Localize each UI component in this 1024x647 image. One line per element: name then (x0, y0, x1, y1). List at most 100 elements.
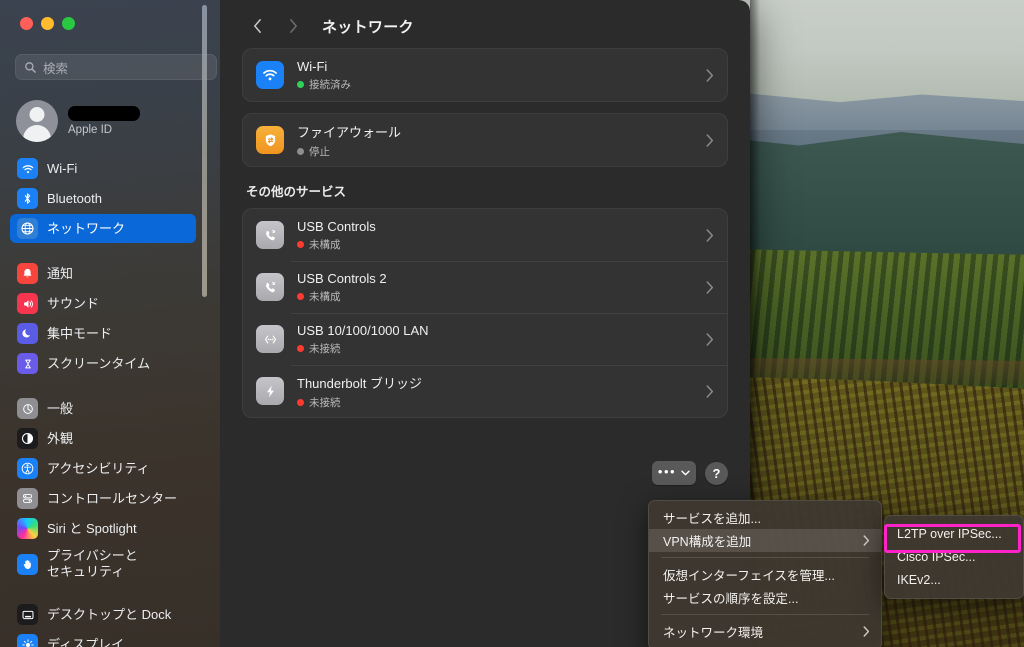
search-icon (25, 61, 36, 73)
status-dot (297, 344, 304, 352)
status-text: 停止 (309, 145, 330, 158)
appearance-icon (17, 428, 38, 449)
sidebar-item-displays[interactable]: ディスプレイ (10, 630, 196, 647)
desktop-screen: 検索 Apple ID Wi-Fi Bluetooth ネットワーク 通知 サウ… (0, 0, 1024, 647)
chevron-right-icon (706, 68, 714, 82)
submenu-item-ikev2[interactable]: IKEv2... (885, 568, 1023, 591)
sidebar-item-appearance[interactable]: 外観 (10, 424, 196, 453)
sidebar-group-desktop: デスクトップと Dock ディスプレイ (10, 600, 196, 647)
submenu-item-l2tp-over-ipsec[interactable]: L2TP over IPSec... (885, 522, 1023, 545)
status-dot (297, 292, 304, 300)
sidebar-group-notifications: 通知 サウンド 集中モード スクリーンタイム (10, 259, 196, 378)
menu-item-add-vpn-configuration[interactable]: VPN構成を追加 (649, 529, 881, 552)
forward-chevron-icon (289, 19, 297, 33)
thunderbolt-icon (256, 377, 284, 405)
service-row-usb-controls[interactable]: USB Controls 未構成 (243, 209, 727, 261)
search-input[interactable]: 検索 (15, 54, 217, 80)
sidebar-item-accessibility[interactable]: アクセシビリティ (10, 454, 196, 483)
service-row-firewall[interactable]: ファイアウォール 停止 (243, 114, 727, 166)
hourglass-icon (17, 353, 38, 374)
chevron-right-icon (706, 280, 714, 294)
service-name: USB Controls 2 (297, 270, 387, 286)
service-status: 接続済み (297, 77, 693, 92)
firewall-card[interactable]: ファイアウォール 停止 (242, 113, 728, 167)
sidebar-item-desktop-dock[interactable]: デスクトップと Dock (10, 600, 196, 629)
accessibility-icon (17, 458, 38, 479)
wifi-icon (17, 158, 38, 179)
speaker-icon (17, 293, 38, 314)
sidebar-item-bluetooth[interactable]: Bluetooth (10, 184, 196, 213)
sidebar-item-control-center[interactable]: コントロールセンター (10, 484, 196, 513)
sidebar-item-label: デスクトップと Dock (47, 606, 172, 622)
status-dot (297, 147, 304, 155)
service-status: 停止 (297, 144, 693, 159)
back-button[interactable] (242, 11, 272, 41)
system-settings-window: 検索 Apple ID Wi-Fi Bluetooth ネットワーク 通知 サウ… (0, 0, 750, 647)
sidebar-item-privacy-security[interactable]: プライバシーと セキュリティ (10, 544, 196, 584)
apple-id-label: Apple ID (68, 124, 113, 136)
desktop-dock-icon (17, 604, 38, 625)
menu-separator (661, 614, 869, 615)
service-row-wifi[interactable]: Wi-Fi 接続済み (243, 49, 727, 101)
window-traffic-lights (20, 17, 75, 30)
close-button[interactable] (20, 17, 33, 30)
more-options-button[interactable]: ••• (652, 461, 696, 485)
menu-item-set-service-order[interactable]: サービスの順序を設定... (649, 586, 881, 609)
zoom-button[interactable] (62, 17, 75, 30)
service-name: Thunderbolt ブリッジ (297, 375, 422, 391)
status-text: 未構成 (309, 238, 341, 251)
sidebar-group-general: 一般 外観 アクセシビリティ コントロールセンター Siri と Spotlig… (10, 394, 196, 584)
chevron-right-icon (706, 228, 714, 242)
control-center-icon (17, 488, 38, 509)
display-icon (17, 634, 38, 647)
menu-item-manage-virtual-interfaces[interactable]: 仮想インターフェイスを管理... (649, 563, 881, 586)
sidebar-item-notifications[interactable]: 通知 (10, 259, 196, 288)
menu-item-add-service[interactable]: サービスを追加... (649, 506, 881, 529)
sidebar-item-network[interactable]: ネットワーク (10, 214, 196, 243)
sidebar-item-label: ネットワーク (47, 220, 126, 236)
sidebar-item-wifi[interactable]: Wi-Fi (10, 154, 196, 183)
menu-item-network-locations[interactable]: ネットワーク環境 (649, 620, 881, 643)
forward-button[interactable] (278, 11, 308, 41)
service-row-usb-lan[interactable]: USB 10/100/1000 LAN 未接続 (243, 313, 727, 365)
sidebar-scrollbar[interactable] (202, 5, 207, 297)
sidebar-item-sound[interactable]: サウンド (10, 289, 196, 318)
ellipsis-icon: ••• (657, 464, 677, 479)
gear-icon (17, 398, 38, 419)
sidebar-item-label: 一般 (47, 400, 74, 416)
minimize-button[interactable] (41, 17, 54, 30)
detail-toolbar: ネットワーク (242, 0, 728, 48)
search-placeholder: 検索 (43, 61, 69, 76)
sidebar-item-label: スクリーンタイム (47, 355, 151, 371)
sidebar-item-label: 通知 (47, 265, 74, 281)
service-row-usb-controls-2[interactable]: USB Controls 2 未構成 (243, 261, 727, 313)
firewall-shield-icon (256, 126, 284, 154)
menu-item-label: ネットワーク環境 (663, 626, 764, 640)
sidebar-item-siri-spotlight[interactable]: Siri と Spotlight (10, 514, 196, 543)
status-dot (297, 240, 304, 248)
help-label: ? (712, 465, 721, 481)
menu-item-label: サービスを追加... (663, 512, 761, 526)
page-title: ネットワーク (322, 18, 414, 36)
submenu-item-cisco-ipsec[interactable]: Cisco IPSec... (885, 545, 1023, 568)
pane-action-buttons: ••• ? (652, 461, 728, 485)
apple-id-row[interactable]: Apple ID (10, 92, 196, 152)
submenu-arrow-icon (863, 626, 870, 637)
avatar (16, 100, 58, 142)
sidebar-item-screen-time[interactable]: スクリーンタイム (10, 349, 196, 378)
wifi-card[interactable]: Wi-Fi 接続済み (242, 48, 728, 102)
menu-item-label: サービスの順序を設定... (663, 592, 799, 606)
sidebar-item-label: プライバシーと セキュリティ (47, 548, 138, 579)
help-button[interactable]: ? (705, 461, 728, 485)
modem-phone-icon (256, 221, 284, 249)
status-text: 未接続 (309, 396, 341, 409)
menu-item-label: 仮想インターフェイスを管理... (663, 569, 835, 583)
status-text: 接続済み (309, 78, 351, 91)
siri-icon (17, 518, 38, 539)
sidebar-item-general[interactable]: 一般 (10, 394, 196, 423)
service-row-thunderbolt-bridge[interactable]: Thunderbolt ブリッジ 未接続 (243, 365, 727, 417)
account-name-redacted (68, 106, 140, 121)
menu-separator (661, 557, 869, 558)
chevron-right-icon (706, 133, 714, 147)
sidebar-item-focus[interactable]: 集中モード (10, 319, 196, 348)
